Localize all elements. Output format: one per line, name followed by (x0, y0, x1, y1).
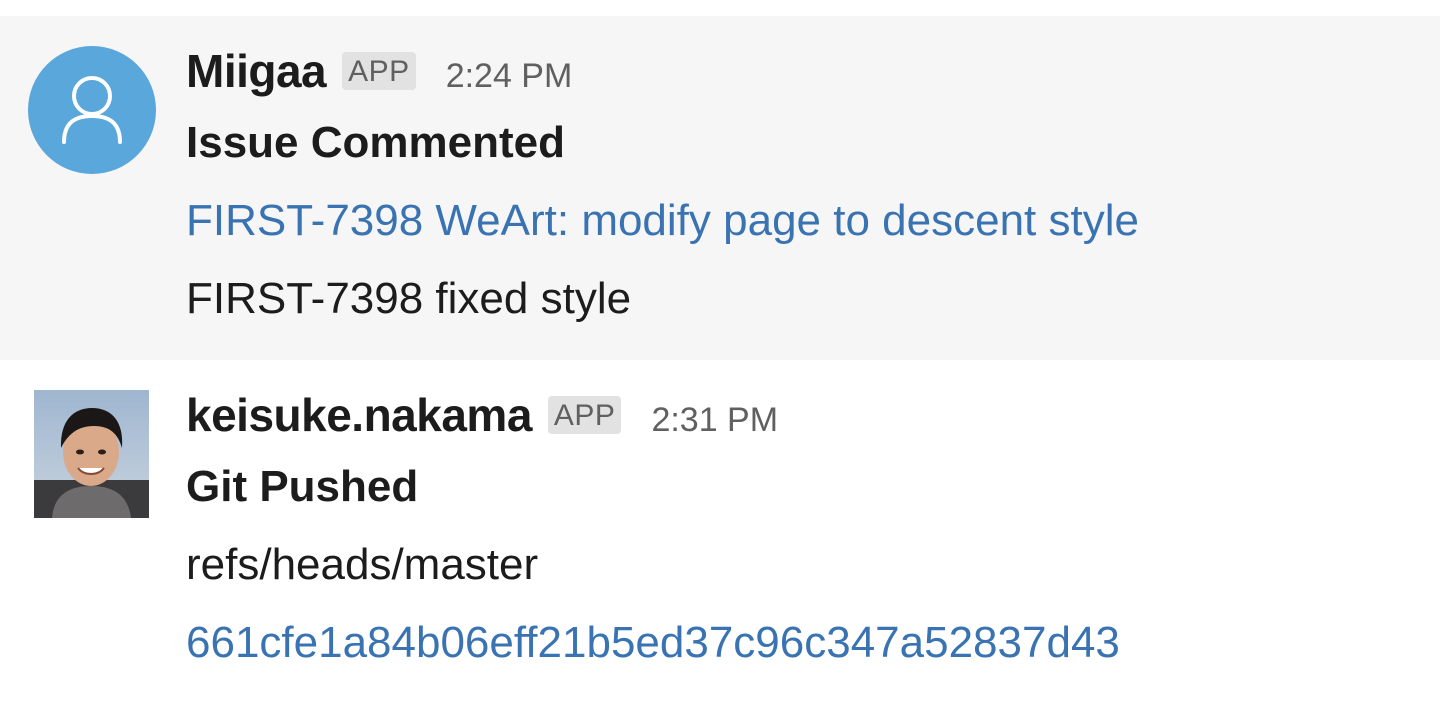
message-item[interactable]: keisuke.nakama APP 2:31 PM Git Pushed re… (0, 360, 1440, 706)
commit-link[interactable]: 661cfe1a84b06eff21b5ed37c96c347a52837d43 (186, 604, 1440, 682)
message-title: Issue Commented (186, 118, 565, 167)
issue-link[interactable]: FIRST-7398 WeArt: modify page to descent… (186, 182, 1440, 260)
message-title: Git Pushed (186, 462, 419, 511)
avatar[interactable] (34, 390, 149, 518)
message-body: keisuke.nakama APP 2:31 PM Git Pushed re… (186, 360, 1440, 706)
message-text: FIRST-7398 fixed style (186, 274, 632, 323)
feed-top-spacing (0, 0, 1440, 16)
user-silhouette-icon (62, 76, 122, 144)
message-header: keisuke.nakama APP 2:31 PM (186, 388, 1440, 448)
message-item[interactable]: Miigaa APP 2:24 PM Issue Commented FIRST… (0, 16, 1440, 360)
message-header: Miigaa APP 2:24 PM (186, 44, 1440, 104)
sender-name[interactable]: keisuke.nakama (186, 388, 532, 442)
message-body: Miigaa APP 2:24 PM Issue Commented FIRST… (186, 16, 1440, 360)
avatar-column (0, 16, 186, 360)
sender-name[interactable]: Miigaa (186, 44, 327, 98)
message-timestamp[interactable]: 2:24 PM (446, 57, 573, 96)
message-feed: Miigaa APP 2:24 PM Issue Commented FIRST… (0, 0, 1440, 706)
avatar-column (0, 360, 186, 706)
app-badge: APP (547, 396, 622, 434)
message-text: refs/heads/master (186, 540, 539, 589)
avatar[interactable] (28, 46, 156, 174)
message-timestamp[interactable]: 2:31 PM (651, 401, 778, 440)
app-badge: APP (342, 52, 416, 90)
profile-photo-image (34, 390, 149, 518)
